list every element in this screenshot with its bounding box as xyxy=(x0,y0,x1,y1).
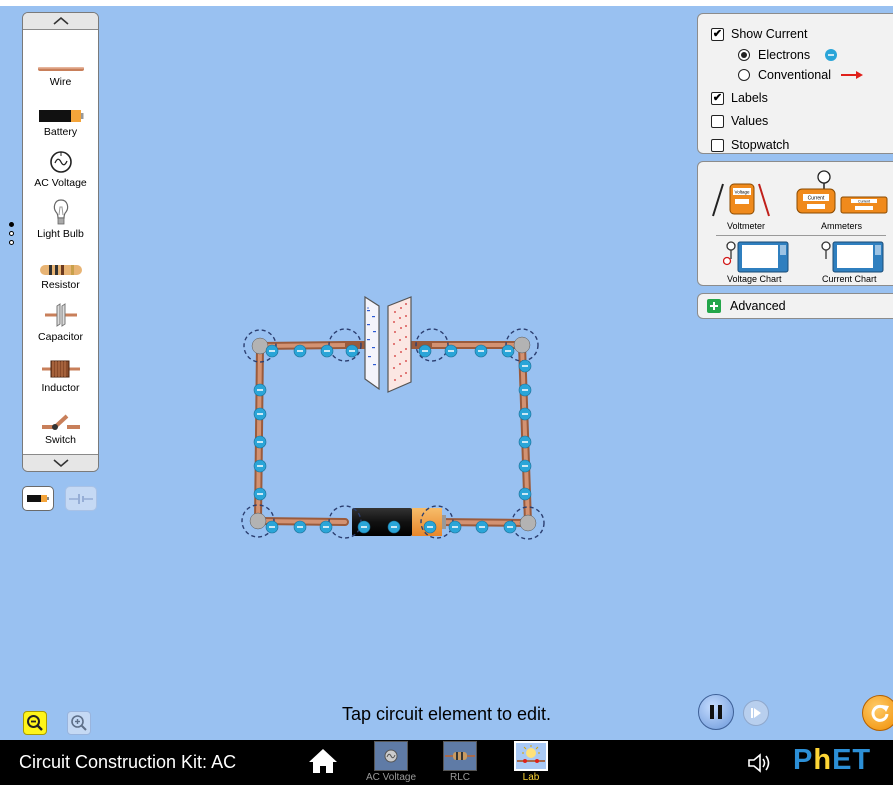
phet-logo-p: P xyxy=(793,744,814,776)
screen-tab-lab[interactable]: Lab xyxy=(506,741,556,785)
lab-screen-thumbnail xyxy=(514,741,548,771)
electron-particle xyxy=(253,487,267,501)
electron-particle xyxy=(253,383,267,397)
electron-particle xyxy=(357,520,371,534)
electron-particle xyxy=(319,520,333,534)
electron-particle xyxy=(444,344,458,358)
electron-particle xyxy=(475,520,489,534)
electron-particle xyxy=(253,459,267,473)
step-forward-button[interactable] xyxy=(743,700,769,726)
electron-particle xyxy=(518,407,532,421)
electron-particle xyxy=(423,520,437,534)
home-icon[interactable] xyxy=(308,748,338,774)
ac-voltage-screen-thumbnail xyxy=(374,741,408,771)
electron-particle xyxy=(418,344,432,358)
step-forward-icon xyxy=(751,708,761,718)
electron-particle xyxy=(518,435,532,449)
zoom-in-icon xyxy=(71,715,87,731)
capacitor-component[interactable] xyxy=(345,295,432,393)
electron-particle xyxy=(518,383,532,397)
electron-particle xyxy=(387,520,401,534)
reset-icon xyxy=(871,704,889,722)
phet-logo[interactable]: PhET xyxy=(793,744,871,777)
sound-icon[interactable] xyxy=(748,753,774,773)
ac-voltage-icon xyxy=(384,749,398,763)
electron-particle xyxy=(320,344,334,358)
electron-particle xyxy=(345,344,359,358)
zoom-out-button[interactable] xyxy=(23,711,47,735)
screen-tab-ac-voltage[interactable]: AC Voltage xyxy=(366,741,416,785)
circuit-canvas xyxy=(241,295,545,540)
pause-icon xyxy=(710,705,722,719)
electron-particle xyxy=(503,520,517,534)
play-pause-button[interactable] xyxy=(698,694,734,730)
electron-particle xyxy=(518,487,532,501)
electron-particle xyxy=(518,459,532,473)
screen-tab-rlc[interactable]: RLC xyxy=(435,741,485,785)
screen-tab-label: Lab xyxy=(522,772,540,783)
navigation-bar: Circuit Construction Kit: AC AC Voltage … xyxy=(0,740,893,785)
electron-particle xyxy=(518,359,532,373)
electron-particle xyxy=(265,520,279,534)
electron-particle xyxy=(265,344,279,358)
electron-particle xyxy=(253,407,267,421)
screen-tab-label: RLC xyxy=(449,772,470,783)
lab-circuit-icon xyxy=(517,745,545,763)
electron-particle xyxy=(448,520,462,534)
reset-all-button[interactable] xyxy=(862,695,893,731)
screen-tab-label: AC Voltage xyxy=(365,772,417,783)
electron-particle xyxy=(501,344,515,358)
phet-logo-et: ET xyxy=(832,744,872,776)
phet-logo-h: h xyxy=(813,744,833,776)
rlc-screen-thumbnail xyxy=(443,741,477,771)
electron-particle xyxy=(293,344,307,358)
electron-particle xyxy=(293,520,307,534)
zoom-in-button[interactable] xyxy=(67,711,91,735)
electron-particle xyxy=(474,344,488,358)
play-area[interactable]: Wire Battery AC Voltage Light Bulb Resis… xyxy=(0,6,893,740)
electron-particle xyxy=(253,435,267,449)
resistor-icon xyxy=(445,752,475,760)
sim-title: Circuit Construction Kit: AC xyxy=(19,752,237,772)
zoom-out-icon xyxy=(27,715,43,731)
